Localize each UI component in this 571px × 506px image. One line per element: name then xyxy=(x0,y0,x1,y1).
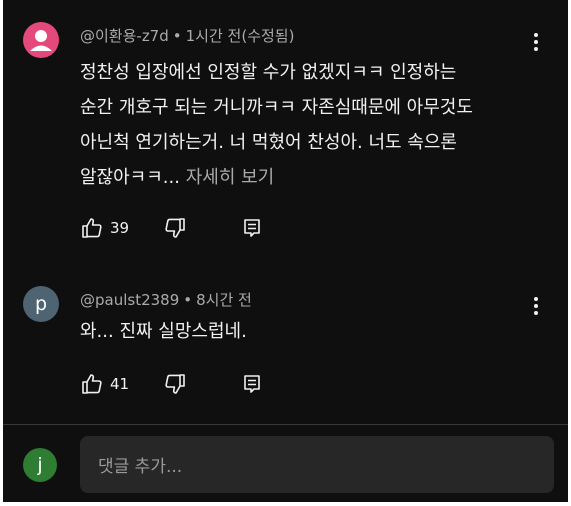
read-more-link[interactable]: 자세히 보기 xyxy=(186,167,275,188)
comment-line: 정찬성 입장에선 인정할 수가 없겠지ㅋㅋ 인정하는 xyxy=(80,62,457,83)
comment-menu-button[interactable] xyxy=(526,292,546,320)
comment-line: 알잖아ㅋㅋ... xyxy=(80,167,180,188)
avatar-letter: j xyxy=(37,454,43,476)
comment-time: 1시간 전(수정됨) xyxy=(185,27,295,45)
meta-separator: • xyxy=(183,291,193,309)
comment-line: 아닌척 연기하는거. 너 먹혔어 찬성아. 너도 속으론 xyxy=(80,132,457,153)
thumbs-down-icon xyxy=(165,218,185,238)
user-avatar[interactable]: j xyxy=(23,448,57,482)
more-vert-icon xyxy=(534,33,538,51)
author-name[interactable]: @이환용-z7d xyxy=(80,27,169,45)
reply-button[interactable] xyxy=(241,217,263,239)
like-count: 39 xyxy=(110,219,130,237)
dislike-button[interactable] xyxy=(163,216,187,240)
comment-actions: 41 xyxy=(80,370,263,398)
reply-button[interactable] xyxy=(241,373,263,395)
add-comment-input[interactable]: 댓글 추가... xyxy=(80,436,554,493)
add-comment-placeholder: 댓글 추가... xyxy=(98,457,183,477)
thumbs-up-icon xyxy=(82,374,102,394)
thumbs-up-icon xyxy=(82,218,102,238)
comment-text: 정찬성 입장에선 인정할 수가 없겠지ㅋㅋ 인정하는 순간 개호구 되는 거니까… xyxy=(80,55,520,195)
thumbs-down-icon xyxy=(165,374,185,394)
add-comment-bar: j 댓글 추가... xyxy=(3,425,568,502)
person-icon xyxy=(30,30,52,51)
avatar[interactable] xyxy=(23,22,59,58)
comment-actions: 39 xyxy=(80,214,263,242)
comment-line-last: 알잖아ㅋㅋ... 자세히 보기 xyxy=(80,160,520,195)
like-button[interactable]: 39 xyxy=(80,216,129,240)
comment-line: 순간 개호구 되는 거니까ㅋㅋ 자존심때문에 아무것도 xyxy=(80,97,473,118)
more-vert-icon xyxy=(534,297,538,315)
avatar-letter: p xyxy=(34,293,48,315)
comment-menu-button[interactable] xyxy=(526,28,546,56)
like-button[interactable]: 41 xyxy=(80,372,129,396)
comment-meta: @이환용-z7d • 1시간 전(수정됨) xyxy=(80,25,294,46)
comment-line: 와... 진짜 실망스럽네. xyxy=(80,321,247,342)
dislike-button[interactable] xyxy=(163,372,187,396)
avatar[interactable]: p xyxy=(23,286,59,322)
reply-icon xyxy=(244,375,260,393)
author-name[interactable]: @paulst2389 xyxy=(80,291,179,309)
comment-meta: @paulst2389 • 8시간 전 xyxy=(80,289,252,310)
comment-text: 와... 진짜 실망스럽네. xyxy=(80,314,520,349)
like-count: 41 xyxy=(110,375,130,393)
meta-separator: • xyxy=(172,27,182,45)
reply-icon xyxy=(244,219,260,237)
comment-time: 8시간 전 xyxy=(196,291,252,309)
comments-panel: @이환용-z7d • 1시간 전(수정됨) 정찬성 입장에선 인정할 수가 없겠지ㅋ… xyxy=(3,0,568,502)
